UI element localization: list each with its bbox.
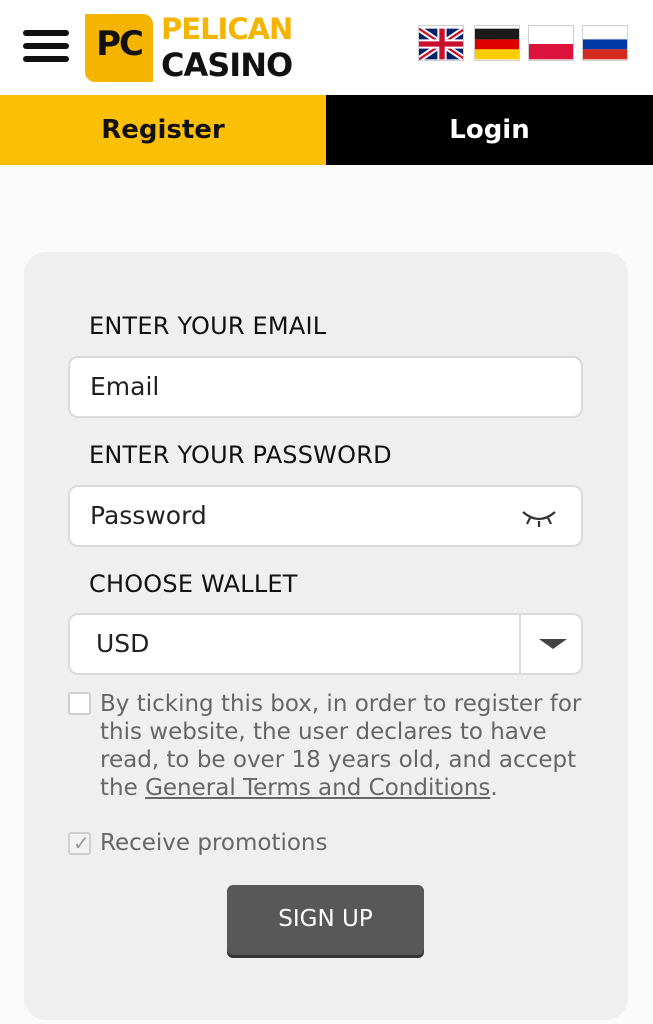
email-label: ENTER YOUR EMAIL bbox=[89, 312, 327, 340]
menu-icon[interactable] bbox=[23, 30, 69, 62]
email-field[interactable]: Email bbox=[68, 356, 583, 418]
terms-link[interactable]: General Terms and Conditions bbox=[145, 775, 490, 801]
logo-text-pelican: PELICAN bbox=[161, 12, 293, 46]
tab-login[interactable]: Login bbox=[326, 95, 653, 165]
logo-text-casino: CASINO bbox=[161, 46, 293, 84]
sign-up-button[interactable]: SIGN UP bbox=[227, 885, 424, 955]
terms-checkbox[interactable] bbox=[68, 692, 91, 715]
wallet-select[interactable]: USD bbox=[68, 613, 583, 675]
password-field[interactable]: Password bbox=[68, 485, 583, 547]
wallet-value: USD bbox=[96, 629, 150, 658]
germany-flag-icon[interactable] bbox=[474, 25, 520, 61]
eye-closed-icon[interactable] bbox=[521, 506, 557, 528]
auth-tabs: Register Login bbox=[0, 95, 653, 165]
check-icon: ✓ bbox=[73, 831, 90, 855]
logo-badge: PC bbox=[85, 14, 153, 82]
pelican-casino-logo[interactable]: PC PELICAN CASINO bbox=[85, 12, 293, 84]
uk-flag-icon[interactable] bbox=[418, 25, 464, 61]
email-placeholder: Email bbox=[90, 372, 160, 401]
chevron-down-icon[interactable] bbox=[539, 639, 567, 649]
promotions-label: Receive promotions bbox=[100, 830, 328, 856]
tab-register[interactable]: Register bbox=[0, 95, 326, 165]
russia-flag-icon[interactable] bbox=[582, 25, 628, 61]
promotions-checkbox[interactable]: ✓ bbox=[68, 832, 91, 855]
terms-text: By ticking this box, in order to registe… bbox=[100, 691, 582, 801]
poland-flag-icon[interactable] bbox=[528, 25, 574, 61]
wallet-label: CHOOSE WALLET bbox=[89, 570, 298, 598]
select-divider bbox=[519, 615, 521, 673]
password-placeholder: Password bbox=[90, 501, 207, 530]
password-label: ENTER YOUR PASSWORD bbox=[89, 441, 392, 469]
header: PC PELICAN CASINO bbox=[0, 0, 653, 95]
